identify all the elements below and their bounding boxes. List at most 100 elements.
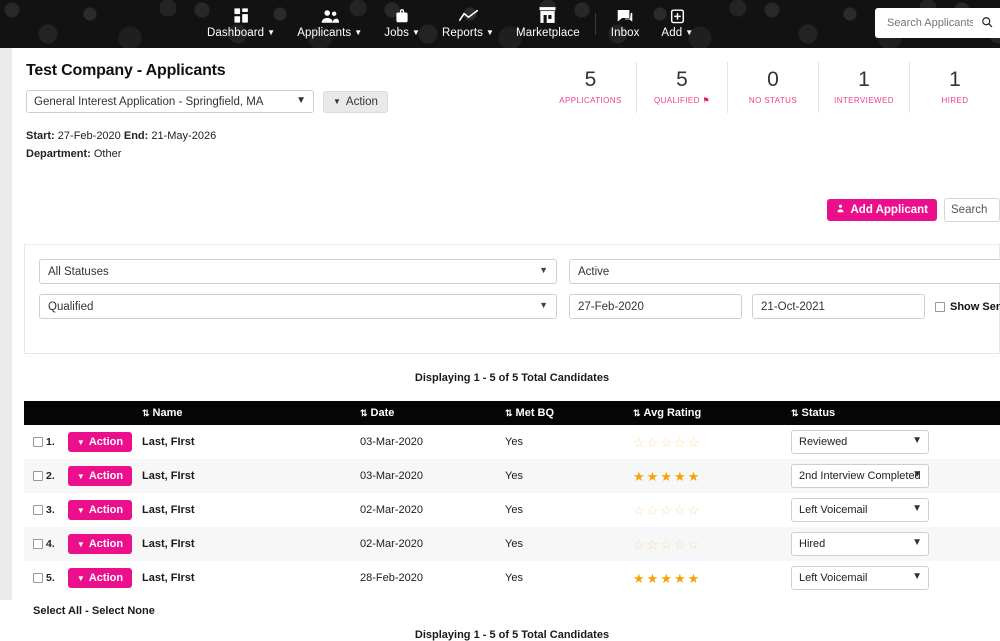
star-rating[interactable]: ★ ★ ★ ★ ★ bbox=[633, 470, 791, 483]
row-name[interactable]: Last, FIrst bbox=[140, 436, 360, 448]
row-status-select[interactable]: Hired ▼ bbox=[791, 532, 929, 556]
stat-qualified[interactable]: 5 QUALIFIED ⚑ bbox=[636, 62, 727, 113]
star-icon[interactable]: ☆ bbox=[647, 504, 659, 517]
star-icon[interactable]: ★ bbox=[660, 470, 672, 483]
row-action-button[interactable]: ▼ Action bbox=[68, 568, 132, 588]
search-input[interactable] bbox=[885, 16, 975, 30]
row-status-select[interactable]: 2nd Interview Completed ▼ bbox=[791, 464, 929, 488]
star-rating[interactable]: ☆ ☆ ☆ ☆ ☆ bbox=[633, 436, 791, 449]
star-icon[interactable]: ☆ bbox=[660, 504, 672, 517]
stat-interviewed[interactable]: 1 INTERVIEWED bbox=[818, 62, 909, 113]
sort-icon[interactable]: ⇅ bbox=[142, 408, 150, 419]
qualified-filter-select[interactable]: Qualified ▼ bbox=[39, 294, 557, 319]
star-icon[interactable]: ☆ bbox=[660, 436, 672, 449]
status-filter-select[interactable]: All Statuses ▼ bbox=[39, 259, 557, 284]
active-filter-field[interactable]: Active bbox=[569, 259, 1000, 284]
column-header-date[interactable]: ⇅ Date bbox=[360, 407, 505, 419]
star-rating[interactable]: ☆ ☆ ☆ ☆ ☆ bbox=[633, 504, 791, 517]
star-icon[interactable]: ☆ bbox=[633, 504, 645, 517]
column-header-avg-rating[interactable]: ⇅ Avg Rating bbox=[633, 407, 791, 419]
column-header-name[interactable]: ⇅ Name bbox=[140, 407, 360, 419]
status-filter-value: All Statuses bbox=[48, 265, 109, 278]
row-checkbox[interactable] bbox=[33, 539, 43, 549]
row-date: 03-Mar-2020 bbox=[360, 470, 423, 482]
line-chart-icon bbox=[458, 5, 478, 24]
column-header-label: Name bbox=[152, 407, 183, 419]
star-icon[interactable]: ★ bbox=[674, 572, 686, 585]
stat-label: NO STATUS bbox=[748, 96, 798, 105]
chevron-down-icon: ▼ bbox=[539, 265, 548, 275]
star-icon[interactable]: ★ bbox=[633, 572, 645, 585]
header-action-button[interactable]: ▼ Action bbox=[323, 90, 388, 113]
add-applicant-button[interactable]: Add Applicant bbox=[827, 199, 937, 221]
date-to-field[interactable]: 21-Oct-2021 bbox=[752, 294, 925, 319]
star-icon[interactable]: ☆ bbox=[688, 436, 700, 449]
row-action-button[interactable]: ▼ Action bbox=[68, 500, 132, 520]
header-action-label: Action bbox=[345, 95, 378, 108]
row-date: 03-Mar-2020 bbox=[360, 436, 423, 448]
nav-divider bbox=[594, 13, 596, 35]
column-header-status[interactable]: ⇅ Status bbox=[791, 407, 1000, 419]
nav-item-jobs[interactable]: Jobs ▼ bbox=[373, 3, 431, 45]
show-sent-emails-toggle[interactable]: Show Sent Emails bbox=[935, 301, 1000, 313]
star-icon[interactable]: ☆ bbox=[688, 538, 700, 551]
star-icon[interactable]: ★ bbox=[633, 470, 645, 483]
row-select-cell: 5. bbox=[24, 572, 68, 584]
job-select[interactable]: General Interest Application - Springfie… bbox=[26, 90, 314, 113]
column-header-met-bq[interactable]: ⇅ Met BQ bbox=[505, 407, 633, 419]
row-checkbox[interactable] bbox=[33, 471, 43, 481]
star-icon[interactable]: ☆ bbox=[674, 538, 686, 551]
star-icon[interactable]: ☆ bbox=[633, 436, 645, 449]
sort-icon[interactable]: ⇅ bbox=[633, 408, 641, 419]
row-name[interactable]: Last, FIrst bbox=[140, 504, 360, 516]
row-name[interactable]: Last, FIrst bbox=[140, 470, 360, 482]
row-checkbox[interactable] bbox=[33, 573, 43, 583]
row-met-bq: Yes bbox=[505, 504, 523, 516]
sort-icon[interactable]: ⇅ bbox=[505, 408, 513, 419]
nav-item-reports[interactable]: Reports ▼ bbox=[431, 3, 505, 45]
nav-item-add[interactable]: Add ▼ bbox=[650, 3, 704, 45]
star-icon[interactable]: ☆ bbox=[688, 504, 700, 517]
nav-item-dashboard[interactable]: Dashboard ▼ bbox=[196, 3, 286, 45]
star-icon[interactable]: ★ bbox=[660, 572, 672, 585]
search-icon[interactable] bbox=[981, 16, 993, 30]
star-rating[interactable]: ☆ ☆ ☆ ☆ ☆ bbox=[633, 538, 791, 551]
star-icon[interactable]: ★ bbox=[647, 470, 659, 483]
select-all-none[interactable]: Select All - Select None bbox=[24, 595, 1000, 617]
row-action-button[interactable]: ▼ Action bbox=[68, 466, 132, 486]
star-icon[interactable]: ☆ bbox=[647, 436, 659, 449]
sort-icon[interactable]: ⇅ bbox=[791, 408, 799, 419]
end-label: End: bbox=[123, 130, 149, 142]
row-checkbox[interactable] bbox=[33, 437, 43, 447]
global-search-box[interactable] bbox=[875, 8, 1000, 38]
row-name[interactable]: Last, FIrst bbox=[140, 572, 360, 584]
show-sent-emails-checkbox[interactable] bbox=[935, 301, 945, 312]
row-checkbox[interactable] bbox=[33, 505, 43, 515]
row-action-button[interactable]: ▼ Action bbox=[68, 432, 132, 452]
star-icon[interactable]: ★ bbox=[674, 470, 686, 483]
star-icon[interactable]: ★ bbox=[647, 572, 659, 585]
date-from-field[interactable]: 27-Feb-2020 bbox=[569, 294, 742, 319]
star-rating[interactable]: ★ ★ ★ ★ ★ bbox=[633, 572, 791, 585]
star-icon[interactable]: ☆ bbox=[660, 538, 672, 551]
star-icon[interactable]: ☆ bbox=[674, 436, 686, 449]
stat-hired[interactable]: 1 HIRED bbox=[909, 62, 1000, 113]
row-status-select[interactable]: Reviewed ▼ bbox=[791, 430, 929, 454]
star-icon[interactable]: ☆ bbox=[633, 538, 645, 551]
column-header-label: Avg Rating bbox=[643, 407, 702, 419]
nav-item-marketplace[interactable]: Marketplace bbox=[505, 3, 591, 45]
row-status-select[interactable]: Left Voicemail ▼ bbox=[791, 498, 929, 522]
star-icon[interactable]: ★ bbox=[688, 470, 700, 483]
star-icon[interactable]: ☆ bbox=[647, 538, 659, 551]
row-status-select[interactable]: Left Voicemail ▼ bbox=[791, 566, 929, 590]
row-action-button[interactable]: ▼ Action bbox=[68, 534, 132, 554]
stat-no-status[interactable]: 0 NO STATUS bbox=[727, 62, 818, 113]
sort-icon[interactable]: ⇅ bbox=[360, 408, 368, 419]
nav-item-applicants[interactable]: Applicants ▼ bbox=[286, 3, 373, 45]
row-name[interactable]: Last, FIrst bbox=[140, 538, 360, 550]
stat-applications[interactable]: 5 APPLICATIONS bbox=[545, 62, 636, 113]
star-icon[interactable]: ☆ bbox=[674, 504, 686, 517]
applicants-search-field[interactable]: Search bbox=[944, 198, 1000, 222]
nav-item-inbox[interactable]: Inbox bbox=[600, 3, 651, 45]
star-icon[interactable]: ★ bbox=[688, 572, 700, 585]
